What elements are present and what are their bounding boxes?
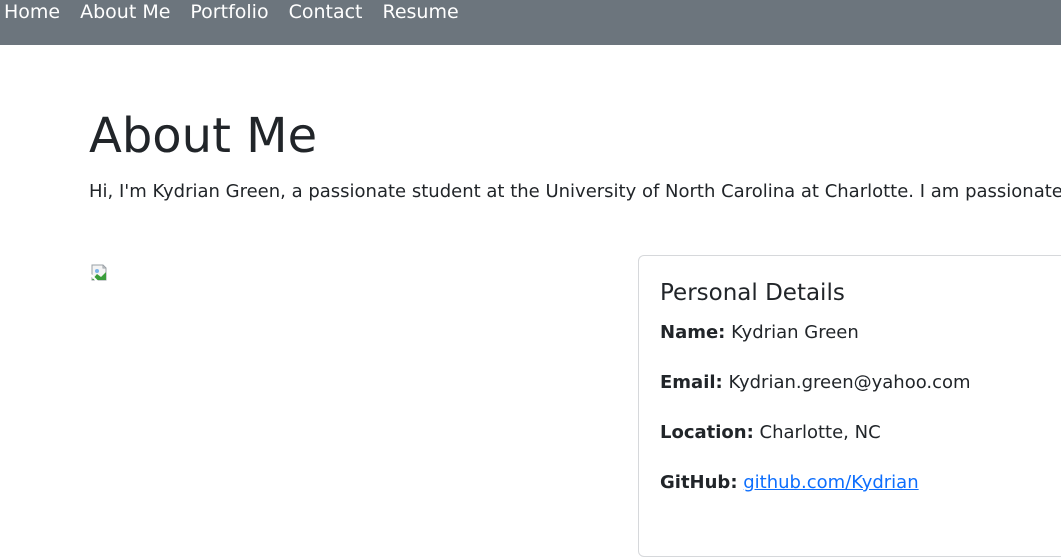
detail-location: Location: Charlotte, NC: [660, 419, 881, 447]
nav-link-resume[interactable]: Resume: [383, 0, 459, 24]
intro-text: Hi, I'm Kydrian Green, a passionate stud…: [89, 181, 1061, 202]
github-label: GitHub:: [660, 472, 738, 493]
location-label: Location:: [660, 422, 754, 443]
nav-item-resume: Resume: [383, 0, 479, 24]
detail-name: Name: Kydrian Green: [660, 319, 859, 347]
nav-item-contact: Contact: [289, 0, 383, 24]
broken-image-icon: [89, 263, 109, 283]
email-label: Email:: [660, 372, 723, 393]
navbar: Home About Me Portfolio Contact Resume: [0, 0, 1061, 45]
location-value: Charlotte, NC: [759, 422, 881, 443]
detail-email: Email: Kydrian.green@yahoo.com: [660, 369, 971, 397]
nav-item-portfolio: Portfolio: [190, 0, 288, 24]
nav-link-portfolio[interactable]: Portfolio: [190, 0, 268, 24]
name-value: Kydrian Green: [731, 322, 859, 343]
nav-item-home: Home: [4, 0, 80, 24]
nav-item-about: About Me: [80, 0, 190, 24]
nav-link-home[interactable]: Home: [4, 0, 60, 24]
page-title: About Me: [89, 108, 318, 164]
name-label: Name:: [660, 322, 726, 343]
card-title: Personal Details: [660, 280, 845, 306]
personal-details-card: Personal Details Name: Kydrian Green Ema…: [638, 255, 1061, 557]
detail-github: GitHub: github.com/Kydrian: [660, 469, 919, 497]
nav-links: Home About Me Portfolio Contact Resume: [4, 0, 479, 24]
github-link[interactable]: github.com/Kydrian: [743, 472, 918, 493]
nav-link-about[interactable]: About Me: [80, 0, 170, 24]
email-value: Kydrian.green@yahoo.com: [728, 372, 971, 393]
nav-link-contact[interactable]: Contact: [289, 0, 363, 24]
